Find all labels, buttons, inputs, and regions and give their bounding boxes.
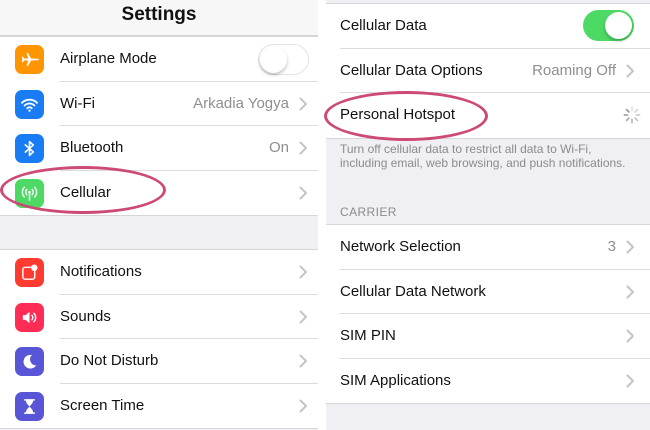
chevron-right-icon [626, 64, 635, 78]
cellular-data-footer-note: Turn off cellular data to restrict all d… [340, 142, 626, 170]
row-label: Sounds [60, 307, 111, 325]
row-label: SIM PIN [340, 327, 396, 344]
settings-row-cellular-data-options[interactable]: Cellular Data Options Roaming Off [326, 49, 650, 93]
row-value: Roaming Off [532, 61, 616, 79]
settings-row-cellular-data-network[interactable]: Cellular Data Network [326, 270, 650, 314]
chevron-right-icon [299, 186, 308, 200]
settings-row-sim-applications[interactable]: SIM Applications [326, 359, 650, 404]
bluetooth-icon [15, 134, 44, 163]
settings-row-personal-hotspot[interactable]: Personal Hotspot [326, 93, 650, 138]
carrier-section-header: CARRIER [340, 205, 397, 219]
row-label: Wi-Fi [60, 94, 95, 112]
settings-row-cellular[interactable]: Cellular [0, 171, 318, 216]
row-value: 3 [607, 238, 616, 255]
chevron-right-icon [299, 399, 308, 413]
row-label: Personal Hotspot [340, 106, 456, 123]
page-title: Settings [121, 4, 197, 25]
settings-row-screen-time[interactable]: Screen Time [0, 384, 318, 429]
row-label: Cellular Data [340, 17, 427, 34]
row-label: Notifications [60, 263, 142, 280]
row-label: SIM Applications [340, 371, 451, 389]
chevron-right-icon [626, 329, 635, 343]
row-label: Bluetooth [60, 139, 124, 156]
settings-row-cellular-data: Cellular Data [326, 4, 650, 49]
nav-bar: Settings [0, 0, 318, 36]
loading-spinner-icon [622, 105, 642, 125]
row-label: Network Selection [340, 238, 461, 255]
settings-row-network-selection[interactable]: Network Selection 3 [326, 225, 650, 270]
row-value: On [268, 139, 289, 156]
chevron-right-icon [626, 374, 635, 388]
row-value: Arkadia Yogya [193, 94, 289, 112]
wifi-icon [15, 89, 44, 119]
settings-row-do-not-disturb[interactable]: Do Not Disturb [0, 339, 318, 384]
cellular-data-toggle[interactable] [583, 10, 634, 41]
airplane-icon [15, 45, 44, 74]
airplane-mode-toggle[interactable] [258, 44, 309, 75]
settings-row-sim-pin[interactable]: SIM PIN [326, 314, 650, 359]
chevron-right-icon [299, 265, 308, 279]
row-label: Airplane Mode [60, 50, 157, 67]
chevron-right-icon [626, 285, 635, 299]
settings-row-airplane-mode: Airplane Mode [0, 37, 318, 82]
settings-row-bluetooth[interactable]: Bluetooth On [0, 126, 318, 171]
row-label: Screen Time [60, 396, 145, 414]
chevron-right-icon [626, 240, 635, 254]
row-label: Do Not Disturb [60, 352, 159, 369]
notifications-icon [15, 258, 44, 287]
settings-group-notifications: Notifications Sounds Do Not Disturb Screen … [0, 249, 318, 429]
settings-group-connectivity: Airplane Mode Wi-Fi Arkadia Yogya Bluetooth… [0, 36, 318, 216]
chevron-right-icon [299, 97, 308, 111]
settings-row-sounds[interactable]: Sounds [0, 295, 318, 339]
cellular-group-data: Cellular Data Cellular Data Options Roamin… [326, 3, 650, 139]
cellular-panel: Cellular Data Cellular Data Options Roamin… [326, 0, 650, 430]
settings-row-wi-fi[interactable]: Wi-Fi Arkadia Yogya [0, 82, 318, 126]
row-label: Cellular Data Network [340, 282, 486, 300]
cellular-icon [15, 178, 44, 208]
toggle-knob [605, 12, 632, 39]
toggle-knob [260, 46, 287, 73]
settings-row-notifications[interactable]: Notifications [0, 250, 318, 295]
speaker-icon [15, 302, 44, 332]
chevron-right-icon [299, 354, 308, 368]
chevron-right-icon [299, 310, 308, 324]
carrier-group: Network Selection 3 Cellular Data Network S… [326, 224, 650, 404]
row-label: Cellular Data Options [340, 61, 483, 79]
row-label: Cellular [60, 183, 111, 201]
moon-icon [15, 347, 44, 376]
settings-panel: Settings Airplane Mode Wi-Fi Arkadia Yogya… [0, 0, 318, 430]
chevron-right-icon [299, 141, 308, 155]
hourglass-icon [15, 391, 44, 421]
